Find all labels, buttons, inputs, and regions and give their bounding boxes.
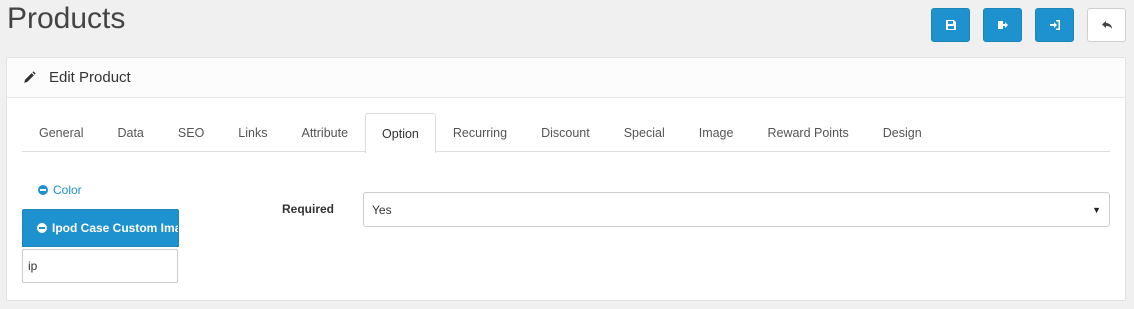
panel-heading: Edit Product bbox=[7, 58, 1125, 98]
back-button[interactable] bbox=[1087, 8, 1126, 42]
page-title: Products bbox=[7, 2, 126, 35]
import-button[interactable] bbox=[1035, 8, 1074, 42]
tab-attribute[interactable]: Attribute bbox=[284, 113, 365, 152]
header-actions bbox=[931, 8, 1126, 42]
required-select-value: Yes bbox=[372, 202, 392, 217]
save-icon bbox=[945, 20, 956, 30]
tab-special[interactable]: Special bbox=[607, 113, 682, 152]
tab-discount[interactable]: Discount bbox=[524, 113, 607, 152]
option-item-ipod-case-custom-image[interactable]: Ipod Case Custom Image bbox=[22, 209, 179, 247]
tab-image[interactable]: Image bbox=[682, 113, 751, 152]
minus-circle-icon[interactable] bbox=[37, 223, 47, 233]
edit-product-panel: Edit Product General Data SEO Links Attr… bbox=[6, 57, 1126, 301]
minus-circle-icon[interactable] bbox=[38, 185, 48, 195]
tab-data[interactable]: Data bbox=[100, 113, 160, 152]
tab-seo[interactable]: SEO bbox=[161, 113, 221, 152]
reply-icon bbox=[1101, 21, 1112, 29]
tab-links[interactable]: Links bbox=[221, 113, 284, 152]
option-item-label: Color bbox=[53, 183, 82, 197]
pencil-icon bbox=[24, 71, 36, 83]
option-item-color[interactable]: Color bbox=[22, 178, 179, 202]
tab-option[interactable]: Option bbox=[365, 113, 436, 153]
required-label: Required bbox=[282, 202, 335, 216]
save-button[interactable] bbox=[931, 8, 970, 42]
tab-recurring[interactable]: Recurring bbox=[436, 113, 524, 152]
required-select[interactable]: Yes ▼ bbox=[363, 192, 1110, 227]
option-list: Color Ipod Case Custom Image bbox=[22, 178, 179, 283]
export-button[interactable] bbox=[983, 8, 1022, 42]
option-autocomplete-input[interactable] bbox=[22, 249, 178, 283]
option-item-label: Ipod Case Custom Image bbox=[52, 221, 178, 235]
tab-general[interactable]: General bbox=[22, 113, 100, 152]
panel-title: Edit Product bbox=[49, 69, 131, 86]
sign-out-icon bbox=[997, 21, 1008, 29]
tab-bar: General Data SEO Links Attribute Option … bbox=[22, 113, 1110, 153]
tab-design[interactable]: Design bbox=[866, 113, 939, 152]
sign-in-icon bbox=[1049, 20, 1060, 30]
caret-down-icon: ▼ bbox=[1092, 204, 1101, 215]
tab-reward-points[interactable]: Reward Points bbox=[750, 113, 865, 152]
